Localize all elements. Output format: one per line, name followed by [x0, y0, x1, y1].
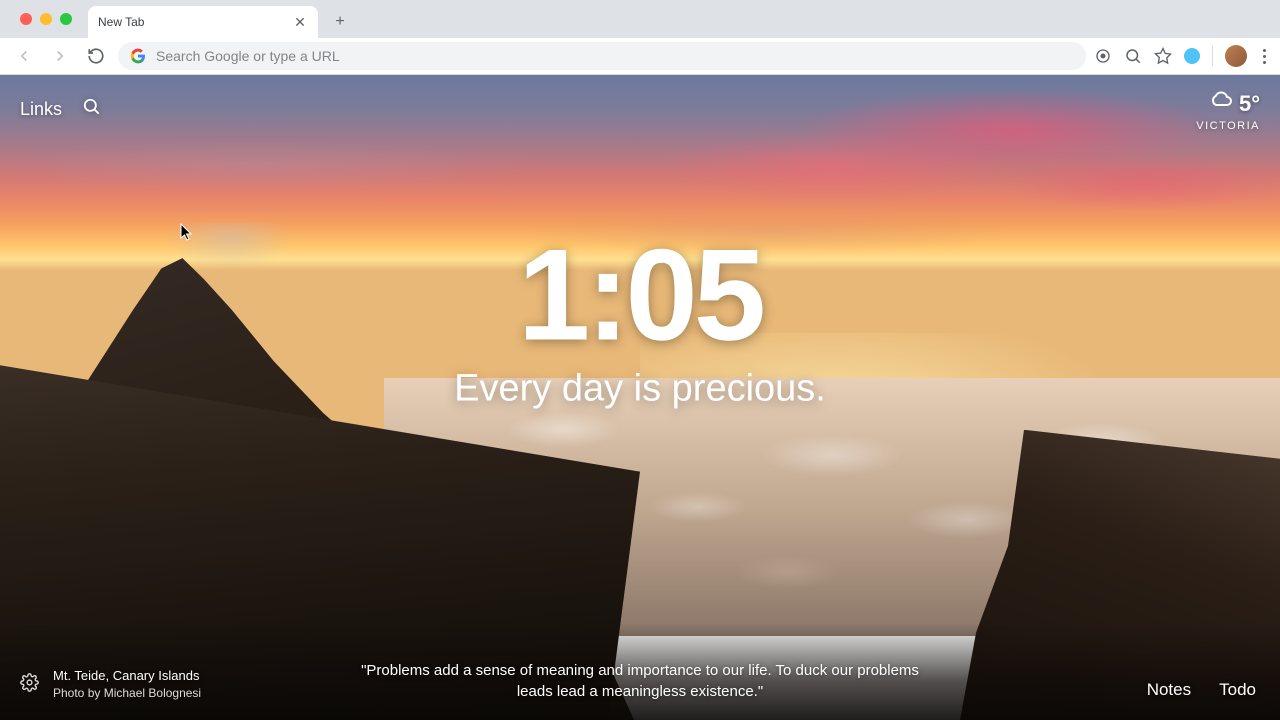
omnibox-placeholder: Search Google or type a URL: [156, 48, 340, 64]
browser-chrome: New Tab ✕ + Search Google or type a URL: [0, 0, 1280, 75]
browser-tab[interactable]: New Tab ✕: [88, 6, 318, 38]
new-tab-button[interactable]: +: [326, 8, 354, 36]
mantra-text: Every day is precious.: [454, 368, 826, 411]
maximize-window-button[interactable]: [60, 13, 72, 25]
window-controls: [8, 0, 84, 38]
photo-credit: Photo by Michael Bolognesi: [53, 685, 201, 702]
forward-button[interactable]: [46, 42, 74, 70]
back-button[interactable]: [10, 42, 38, 70]
tab-title: New Tab: [98, 15, 284, 29]
new-tab-content: Links 5° VICTORIA 1:05 Every day is prec…: [0, 75, 1280, 720]
settings-icon[interactable]: [20, 673, 39, 697]
browser-menu-icon[interactable]: [1259, 49, 1270, 64]
close-window-button[interactable]: [20, 13, 32, 25]
separator: [1212, 46, 1213, 66]
weather-widget[interactable]: 5° VICTORIA: [1196, 89, 1260, 132]
todo-button[interactable]: Todo: [1219, 680, 1256, 700]
location-icon[interactable]: [1094, 47, 1112, 65]
tab-bar: New Tab ✕ +: [0, 0, 1280, 38]
cursor-icon: [180, 223, 194, 243]
clock-time: 1:05: [454, 230, 826, 360]
quote-text[interactable]: "Problems add a sense of meaning and imp…: [350, 660, 930, 702]
links-button[interactable]: Links: [20, 99, 62, 120]
notes-button[interactable]: Notes: [1147, 680, 1191, 700]
browser-toolbar: Search Google or type a URL: [0, 38, 1280, 75]
weather-location: VICTORIA: [1196, 120, 1260, 132]
cloud-icon: [1209, 89, 1233, 118]
google-icon: [130, 48, 146, 64]
photo-title: Mt. Teide, Canary Islands: [53, 667, 201, 685]
temperature: 5°: [1239, 91, 1260, 117]
photo-attribution[interactable]: Mt. Teide, Canary Islands Photo by Micha…: [53, 667, 201, 702]
bookmark-icon[interactable]: [1154, 47, 1172, 65]
search-icon[interactable]: [82, 97, 101, 121]
address-bar[interactable]: Search Google or type a URL: [118, 42, 1086, 70]
profile-avatar[interactable]: [1225, 45, 1247, 67]
extension-icon[interactable]: [1184, 48, 1200, 64]
reload-button[interactable]: [82, 42, 110, 70]
zoom-icon[interactable]: [1124, 47, 1142, 65]
close-tab-icon[interactable]: ✕: [292, 14, 308, 31]
minimize-window-button[interactable]: [40, 13, 52, 25]
